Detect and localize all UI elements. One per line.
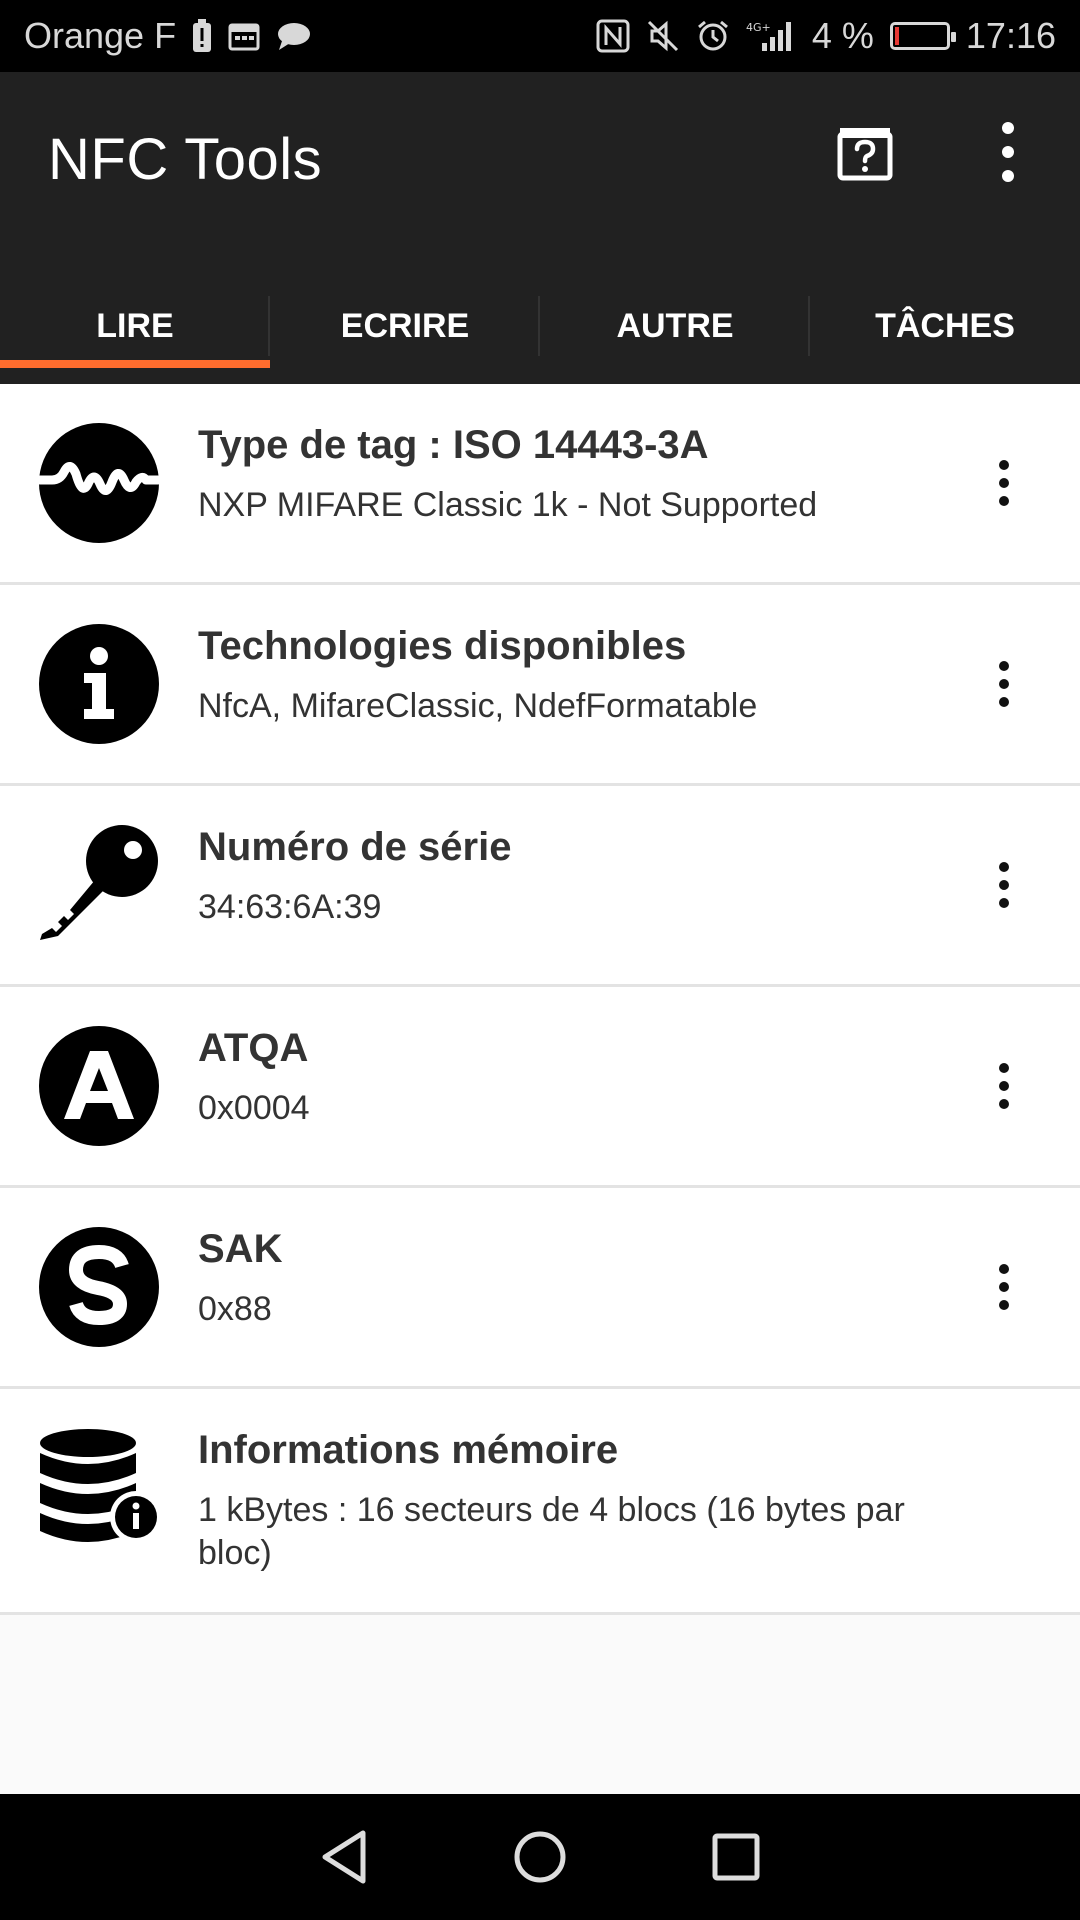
more-vert-icon	[999, 1264, 1009, 1274]
item-title: Informations mémoire	[198, 1428, 619, 1472]
home-button[interactable]	[507, 1824, 573, 1890]
list-item-tag-type[interactable]: Type de tag : ISO 14443-3A NXP MIFARE Cl…	[0, 384, 1080, 585]
more-vert-dot	[1002, 170, 1014, 182]
calendar-icon	[228, 21, 260, 51]
key-icon	[38, 824, 160, 946]
item-subtitle: 0x88	[198, 1290, 272, 1328]
vibrate-mute-icon	[646, 19, 680, 53]
list-item-atqa[interactable]: ATQA 0x0004	[0, 987, 1080, 1188]
tab-label: AUTRE	[616, 306, 734, 345]
tab-label: ECRIRE	[340, 306, 470, 345]
more-vert-dot	[999, 1099, 1009, 1109]
letter-s-icon	[38, 1226, 160, 1348]
more-vert-dot	[999, 1282, 1009, 1292]
more-vert-icon	[999, 1063, 1009, 1073]
status-bar: Orange F 4G+ 4 % 17:16	[0, 0, 1080, 72]
item-subtitle: 1 kBytes : 16 secteurs de 4 blocs (16 by…	[198, 1491, 905, 1572]
tab-autre[interactable]: AUTRE	[540, 268, 810, 384]
item-subtitle: NXP MIFARE Classic 1k - Not Supported	[198, 486, 818, 524]
item-menu-button[interactable]	[990, 460, 1018, 506]
item-subtitle: 34:63:6A:39	[198, 888, 382, 926]
back-triangle-icon	[322, 1830, 366, 1884]
recents-button[interactable]	[703, 1824, 769, 1890]
list-item-sak[interactable]: SAK 0x88	[0, 1188, 1080, 1389]
status-right: 4G+ 4 % 17:16	[596, 15, 1056, 57]
item-text: ATQA 0x0004	[198, 1023, 978, 1130]
tab-label: LIRE	[96, 306, 174, 345]
letter-a-icon	[38, 1025, 160, 1147]
database-info-icon	[38, 1427, 162, 1549]
recents-square-icon	[712, 1833, 760, 1881]
list-item-serial-number[interactable]: Numéro de série 34:63:6A:39	[0, 786, 1080, 987]
signal-4g-icon: 4G+	[746, 19, 796, 53]
item-title: SAK	[198, 1227, 283, 1271]
battery-percent: 4 %	[811, 15, 874, 56]
carrier-label: Orange F	[24, 15, 177, 56]
item-text: Technologies disponibles NfcA, MifareCla…	[198, 621, 978, 728]
item-title: Type de tag : ISO 14443-3A	[198, 423, 709, 467]
more-vert-dot	[999, 1300, 1009, 1310]
item-menu-button[interactable]	[990, 661, 1018, 707]
item-text: Informations mémoire 1 kBytes : 16 secte…	[198, 1425, 978, 1574]
more-vert-icon	[999, 661, 1009, 671]
more-vert-dot	[999, 880, 1009, 890]
more-vert-dot	[1002, 146, 1014, 158]
info-icon	[38, 623, 160, 745]
battery-level	[894, 27, 899, 45]
more-vert-dot	[999, 496, 1009, 506]
back-button[interactable]	[311, 1824, 377, 1890]
more-vert-icon	[999, 862, 1009, 872]
nfc-icon	[596, 19, 630, 53]
tag-info-list: Type de tag : ISO 14443-3A NXP MIFARE Cl…	[0, 384, 1080, 1615]
home-circle-icon	[514, 1831, 566, 1883]
help-button[interactable]	[836, 124, 894, 182]
more-vert-dot	[999, 697, 1009, 707]
battery-icon	[889, 22, 956, 50]
item-menu-button[interactable]	[990, 862, 1018, 908]
item-menu-button[interactable]	[990, 1063, 1018, 1109]
app-title: NFC Tools	[48, 127, 323, 192]
more-vert-icon	[1002, 122, 1014, 134]
tab-label: TÂCHES	[875, 306, 1015, 345]
overflow-menu-button[interactable]	[980, 122, 1036, 182]
system-nav-bar	[0, 1794, 1080, 1920]
item-subtitle: NfcA, MifareClassic, NdefFormatable	[198, 687, 758, 725]
more-vert-icon	[999, 460, 1009, 470]
clock: 17:16	[965, 15, 1056, 56]
tab-ecrire[interactable]: ECRIRE	[270, 268, 540, 384]
svg-text:4G+: 4G+	[746, 21, 771, 34]
tab-lire[interactable]: LIRE	[0, 268, 270, 384]
item-menu-button[interactable]	[990, 1264, 1018, 1310]
list-item-memory-info[interactable]: Informations mémoire 1 kBytes : 16 secte…	[0, 1389, 1080, 1615]
item-title: Numéro de série	[198, 825, 512, 869]
item-text: SAK 0x88	[198, 1224, 978, 1331]
help-icon	[837, 128, 893, 181]
tab-taches[interactable]: TÂCHES	[810, 268, 1080, 384]
more-vert-dot	[999, 679, 1009, 689]
item-subtitle: 0x0004	[198, 1089, 310, 1127]
item-title: Technologies disponibles	[198, 624, 687, 668]
wave-signal-icon	[35, 422, 163, 544]
tab-bar: LIRE ECRIRE AUTRE TÂCHES	[0, 268, 1080, 384]
app-bar: NFC Tools LIRE ECRIRE AUTRE TÂCHES	[0, 72, 1080, 384]
list-item-technologies[interactable]: Technologies disponibles NfcA, MifareCla…	[0, 585, 1080, 786]
more-vert-dot	[999, 478, 1009, 488]
item-title: ATQA	[198, 1026, 309, 1070]
battery-alert-icon	[192, 19, 212, 53]
status-left: Orange F	[24, 15, 312, 57]
item-text: Type de tag : ISO 14443-3A NXP MIFARE Cl…	[198, 420, 978, 527]
more-vert-dot	[999, 898, 1009, 908]
more-vert-dot	[999, 1081, 1009, 1091]
item-text: Numéro de série 34:63:6A:39	[198, 822, 978, 929]
message-icon	[276, 21, 312, 51]
alarm-icon	[696, 19, 730, 53]
